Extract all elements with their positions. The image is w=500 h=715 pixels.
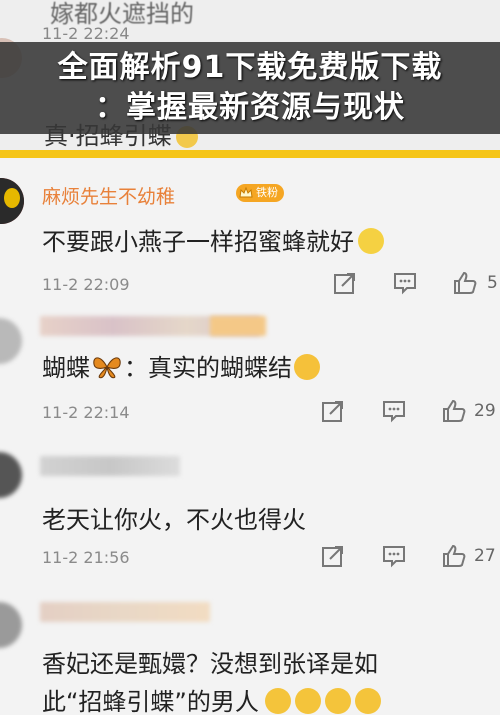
fan-badge: [210, 316, 266, 336]
avatar[interactable]: [0, 178, 24, 224]
comment-text-line-2: 此“招蜂引蝶”的男人: [42, 682, 381, 715]
comment-item: 蝴蝶 ：真实的蝴蝶结 11-2 22:14 29: [0, 308, 500, 448]
laugh-emoji-icon: [324, 688, 351, 714]
comment-text: 不要跟小燕子一样招蜜蜂就好: [42, 222, 384, 257]
comment-icon[interactable]: [381, 398, 407, 424]
thumbs-up-icon[interactable]: [452, 270, 478, 296]
share-icon[interactable]: [320, 543, 346, 569]
comment-text: 香妃还是甄嬛？没想到张译是如: [42, 650, 378, 678]
comment-time: 11-2 22:24: [42, 24, 130, 43]
like-count: 29: [474, 401, 496, 421]
username[interactable]: 麻烦先生不幼稚: [42, 182, 175, 209]
crown-icon: [239, 186, 253, 198]
accent-divider: [0, 150, 500, 158]
avatar[interactable]: [0, 318, 22, 364]
comment-text: 老天让你火，不火也得火: [42, 506, 306, 534]
comment-body-rest: ：真实的蝴蝶结: [124, 354, 292, 382]
comment-body: 不要跟小燕子一样招蜜蜂就好: [42, 228, 354, 256]
comment-item: 麻烦先生不幼稚 铁粉 不要跟小燕子一样招蜜蜂就好 11-2 22:09 5: [0, 160, 500, 308]
like-count: 27: [474, 546, 496, 566]
share-icon[interactable]: [332, 270, 358, 296]
comment-body: 此“招蜂引蝶”的男人: [42, 688, 259, 715]
comment-time: 11-2 22:09: [42, 275, 130, 294]
avatar[interactable]: [0, 452, 22, 498]
username[interactable]: [40, 602, 210, 622]
banner-title-line-2: ：掌握最新资源与现状: [95, 90, 405, 125]
shocked-emoji-icon: [294, 354, 320, 380]
laugh-cry-emoji-icon: [358, 228, 384, 254]
laugh-emoji-icon: [264, 688, 291, 714]
title-banner: 全面解析91下载免费版下载 ：掌握最新资源与现状: [0, 42, 500, 134]
like-count: 5: [487, 273, 498, 293]
banner-title-line-1: 全面解析91下载免费版下载: [57, 50, 443, 85]
comment-icon[interactable]: [381, 543, 407, 569]
comment-time: 11-2 22:14: [42, 403, 130, 422]
badge-label: 铁粉: [256, 186, 278, 199]
comment-time: 11-2 21:56: [42, 548, 130, 567]
comment-icon[interactable]: [392, 270, 418, 296]
butterfly-emoji-icon: [93, 357, 121, 379]
thumbs-up-icon[interactable]: [441, 398, 467, 424]
thumbs-up-icon[interactable]: [441, 543, 467, 569]
fan-badge: 铁粉: [236, 184, 284, 202]
share-icon[interactable]: [320, 398, 346, 424]
username[interactable]: [40, 456, 180, 476]
comment-body: 蝴蝶: [42, 354, 90, 382]
avatar[interactable]: [0, 602, 22, 648]
comment-item: 香妃还是甄嬛？没想到张译是如 此“招蜂引蝶”的男人: [0, 590, 500, 715]
comment-text: 蝴蝶 ：真实的蝴蝶结: [42, 348, 320, 383]
laugh-emoji-icon: [294, 688, 321, 714]
comment-item: 老天让你火，不火也得火 11-2 21:56 27: [0, 448, 500, 590]
laugh-emoji-icon: [354, 688, 381, 714]
